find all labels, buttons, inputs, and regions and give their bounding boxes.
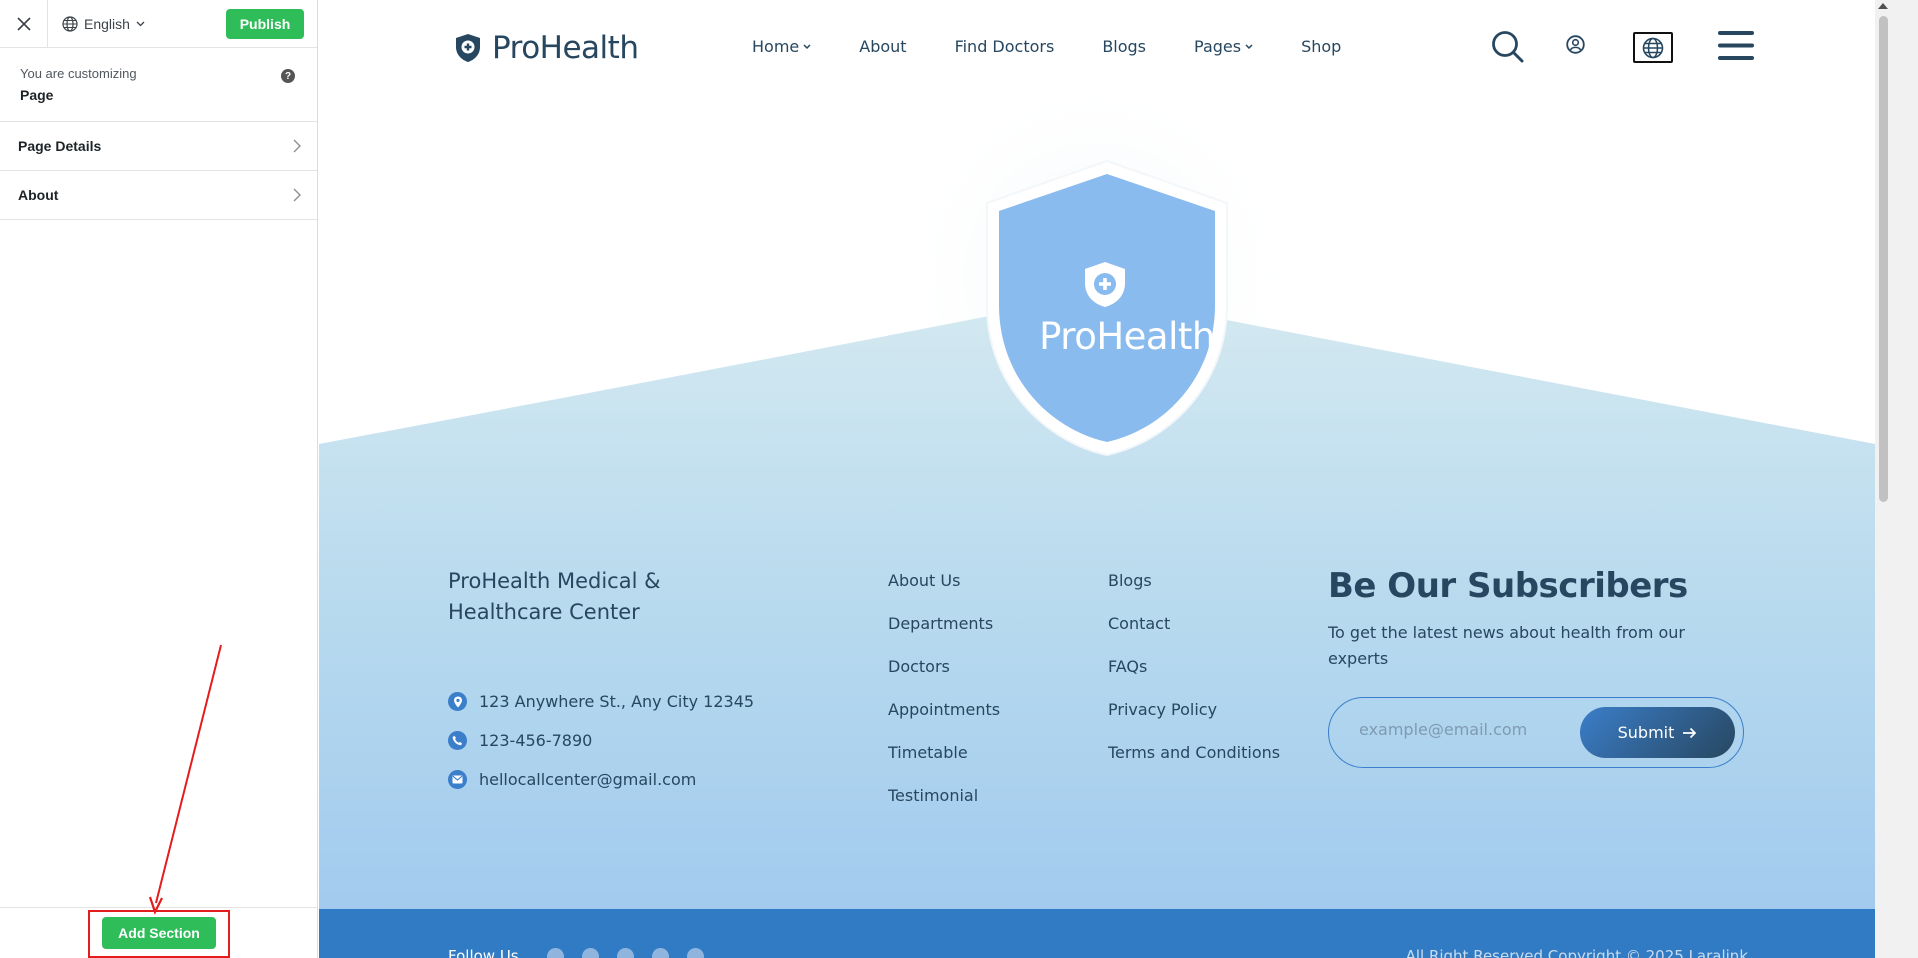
scroll-up-arrow-icon[interactable] — [1878, 3, 1888, 9]
section-about[interactable]: About — [0, 171, 317, 220]
footer-link-testimonial[interactable]: Testimonial — [888, 786, 978, 805]
email-input[interactable] — [1359, 720, 1559, 739]
footer-link-faqs[interactable]: FAQs — [1108, 657, 1147, 676]
nav-label: Find Doctors — [954, 37, 1055, 56]
footer-bottom-bar: Follow Us All Right Reserved Copyright ©… — [319, 909, 1875, 958]
customizer-footer: Add Section — [0, 907, 318, 958]
phone-icon — [448, 731, 467, 750]
phone-text[interactable]: 123-456-7890 — [479, 731, 592, 750]
location-pin-icon — [448, 692, 467, 711]
copyright-text: All Right Reserved Copyright © 2025 Lara… — [1405, 947, 1748, 958]
main-nav: Home About Find Doctors Blogs Pages Shop — [752, 37, 1389, 56]
customizing-context: You are customizing Page ? — [0, 48, 317, 122]
footer-link-timetable[interactable]: Timetable — [888, 743, 968, 762]
facebook-icon[interactable] — [547, 948, 564, 958]
help-icon[interactable]: ? — [281, 69, 295, 83]
footer-title: ProHealth Medical & Healthcare Center — [448, 569, 661, 624]
follow-us-label: Follow Us — [448, 947, 519, 958]
subscribe-title: Be Our Subscribers — [1328, 566, 1688, 606]
address-item: 123 Anywhere St., Any City 12345 — [448, 692, 754, 711]
phone-item: 123-456-7890 — [448, 731, 592, 750]
language-switch-button[interactable] — [1633, 32, 1673, 63]
site-logo[interactable]: ProHealth — [454, 30, 639, 66]
email-text[interactable]: hellocallcenter@gmail.com — [479, 770, 696, 789]
submit-button[interactable]: Submit — [1580, 707, 1735, 758]
youtube-icon[interactable] — [652, 948, 669, 958]
context-label: You are customizing — [20, 66, 137, 81]
subscribe-form: Submit — [1328, 697, 1744, 768]
nav-item-pages[interactable]: Pages — [1194, 37, 1253, 56]
nav-label: Blogs — [1102, 37, 1147, 56]
search-icon[interactable] — [1491, 30, 1524, 63]
close-customizer-button[interactable] — [0, 0, 48, 48]
context-value: Page — [20, 87, 54, 103]
globe-icon — [1642, 37, 1664, 58]
badge-brand-text: ProHealth — [1039, 315, 1215, 358]
nav-label: Home — [752, 37, 800, 56]
twitter-icon[interactable] — [617, 948, 634, 958]
footer-link-contact[interactable]: Contact — [1108, 614, 1170, 633]
chevron-right-icon — [293, 139, 301, 153]
scrollbar-thumb[interactable] — [1879, 16, 1888, 502]
linkedin-icon[interactable] — [582, 948, 599, 958]
section-label: About — [18, 187, 59, 203]
customizer-header: English Publish — [0, 0, 317, 48]
nav-item-shop[interactable]: Shop — [1301, 37, 1341, 56]
shield-cross-icon — [456, 34, 480, 62]
footer-link-doctors[interactable]: Doctors — [888, 657, 950, 676]
prohealth-badge — [986, 159, 1228, 457]
hamburger-menu-icon[interactable] — [1718, 30, 1754, 61]
footer-link-privacy-policy[interactable]: Privacy Policy — [1108, 700, 1217, 719]
chevron-right-icon — [293, 188, 301, 202]
chevron-down-icon — [1245, 43, 1253, 49]
nav-item-find-doctors[interactable]: Find Doctors — [955, 37, 1055, 56]
nav-item-about[interactable]: About — [859, 37, 906, 56]
mail-icon — [448, 770, 467, 789]
chevron-down-icon — [136, 21, 145, 26]
page-scrollbar[interactable] — [1875, 0, 1918, 958]
publish-button[interactable]: Publish — [226, 8, 304, 39]
footer-link-about-us[interactable]: About Us — [888, 571, 960, 590]
footer-brand-block: ProHealth Medical & Healthcare Center — [448, 566, 708, 628]
customizer-sidebar: English Publish You are customizing Page… — [0, 0, 318, 958]
language-selector[interactable]: English — [48, 16, 145, 32]
footer-link-appointments[interactable]: Appointments — [888, 700, 1000, 719]
arrow-right-icon — [1683, 727, 1697, 738]
email-item: hellocallcenter@gmail.com — [448, 770, 696, 789]
footer-link-terms[interactable]: Terms and Conditions — [1108, 743, 1280, 762]
user-icon[interactable] — [1566, 35, 1585, 54]
instagram-icon[interactable] — [687, 948, 704, 958]
site-header: ProHealth Home About Find Doctors Blogs … — [319, 0, 1875, 95]
chevron-down-icon — [803, 43, 811, 49]
nav-label: Shop — [1301, 37, 1342, 56]
nav-item-home[interactable]: Home — [752, 37, 811, 56]
language-label: English — [84, 15, 130, 32]
site-preview: ProHealth Home About Find Doctors Blogs … — [319, 0, 1875, 958]
footer-link-departments[interactable]: Departments — [888, 614, 993, 633]
nav-label: About — [859, 37, 907, 56]
brand-name: ProHealth — [492, 30, 639, 66]
footer-link-blogs[interactable]: Blogs — [1108, 571, 1152, 590]
section-label: Page Details — [18, 138, 102, 154]
submit-label: Submit — [1617, 723, 1675, 742]
nav-item-blogs[interactable]: Blogs — [1102, 37, 1146, 56]
nav-label: Pages — [1194, 37, 1242, 56]
globe-icon — [62, 15, 78, 32]
add-section-button[interactable]: Add Section — [102, 917, 216, 949]
close-icon — [16, 16, 31, 31]
address-text: 123 Anywhere St., Any City 12345 — [479, 692, 755, 711]
subscribe-description: To get the latest news about health from… — [1328, 623, 1685, 668]
section-page-details[interactable]: Page Details — [0, 122, 317, 171]
